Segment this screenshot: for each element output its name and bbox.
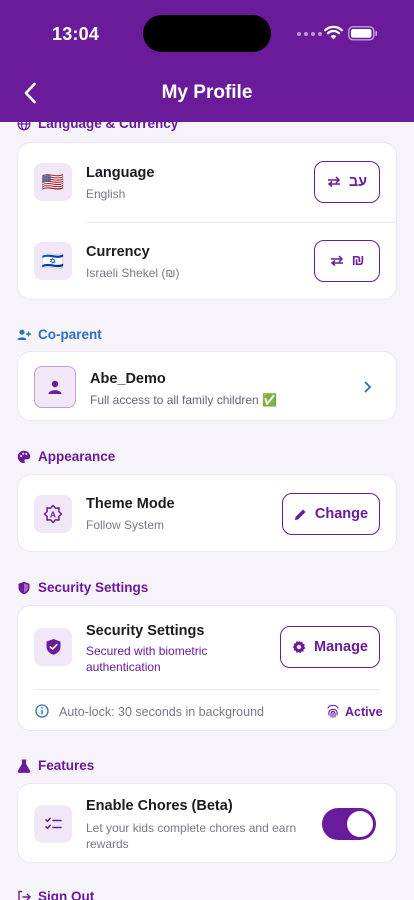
section-title-signout[interactable]: Sign Out [17, 889, 94, 900]
fingerprint-icon [327, 704, 339, 719]
section-title-security: Security Settings [17, 580, 148, 595]
section-title-features: Features [17, 758, 94, 773]
dynamic-island [143, 15, 271, 52]
currency-title: Currency [86, 244, 150, 260]
globe-icon [17, 122, 31, 130]
chores-title: Enable Chores (Beta) [86, 798, 233, 814]
coparent-description: Full access to all family children ✅ [90, 393, 278, 407]
security-status: Secured with biometric authentication [86, 644, 208, 674]
language-value: English [86, 187, 126, 201]
wifi-icon [324, 25, 343, 40]
profile-scroll-content[interactable]: Language & Currency 🇺🇸 Language English … [0, 122, 414, 900]
autolock-info: Auto-lock: 30 seconds in background [59, 705, 264, 719]
coparent-name: Abe_Demo [90, 371, 166, 387]
il-flag-icon: 🇮🇱 [34, 242, 72, 280]
security-title: Security Settings [86, 623, 205, 639]
gear-icon [292, 640, 306, 654]
swap-arrows-icon [330, 255, 343, 267]
person-icon [48, 380, 62, 394]
section-title-coparent: Co-parent [17, 327, 102, 342]
divider [34, 689, 380, 690]
checklist-icon [34, 805, 72, 843]
currency-value: Israeli Shekel (₪) [86, 266, 180, 280]
section-title-language-currency: Language & Currency [17, 122, 178, 131]
battery-icon [348, 26, 378, 41]
chores-toggle[interactable] [322, 808, 376, 840]
flask-icon [17, 758, 31, 773]
theme-auto-icon: A [34, 495, 72, 533]
security-card: Security Settings Secured with biometric… [17, 605, 397, 731]
features-card: Enable Chores (Beta) Let your kids compl… [17, 783, 397, 863]
us-flag-icon: 🇺🇸 [34, 163, 72, 201]
pencil-icon [294, 509, 306, 520]
manage-security-button[interactable]: Manage [280, 626, 380, 668]
swap-arrows-icon [327, 176, 340, 188]
switch-language-button[interactable]: עב [314, 161, 380, 203]
avatar [34, 366, 76, 408]
coparent-card[interactable]: Abe_Demo Full access to all family child… [17, 351, 397, 421]
language-title: Language [86, 165, 155, 181]
switch-currency-button[interactable]: ₪ [314, 240, 380, 282]
shield-check-icon [34, 628, 72, 666]
appearance-card: A Theme Mode Follow System Change [17, 474, 397, 552]
logout-icon [18, 890, 31, 900]
svg-text:A: A [50, 510, 56, 520]
toggle-knob [347, 811, 373, 837]
biometric-status: Active [345, 705, 383, 719]
shield-icon [18, 581, 30, 594]
theme-mode-title: Theme Mode [86, 496, 175, 512]
app-header: 13:04 My Profile [0, 0, 414, 122]
signal-icon [297, 32, 322, 36]
language-currency-card: 🇺🇸 Language English עב 🇮🇱 Currency Israe… [17, 142, 397, 300]
add-user-icon [17, 329, 31, 340]
chevron-right-icon [364, 381, 372, 393]
chores-description: Let your kids complete chores and earn r… [86, 821, 297, 851]
change-theme-button[interactable]: Change [282, 493, 380, 535]
theme-mode-value: Follow System [86, 518, 165, 532]
info-icon [35, 704, 49, 718]
divider [86, 222, 396, 223]
page-title: My Profile [161, 82, 253, 103]
section-title-appearance: Appearance [17, 449, 115, 464]
palette-icon [17, 450, 31, 463]
status-time: 13:04 [52, 24, 100, 44]
